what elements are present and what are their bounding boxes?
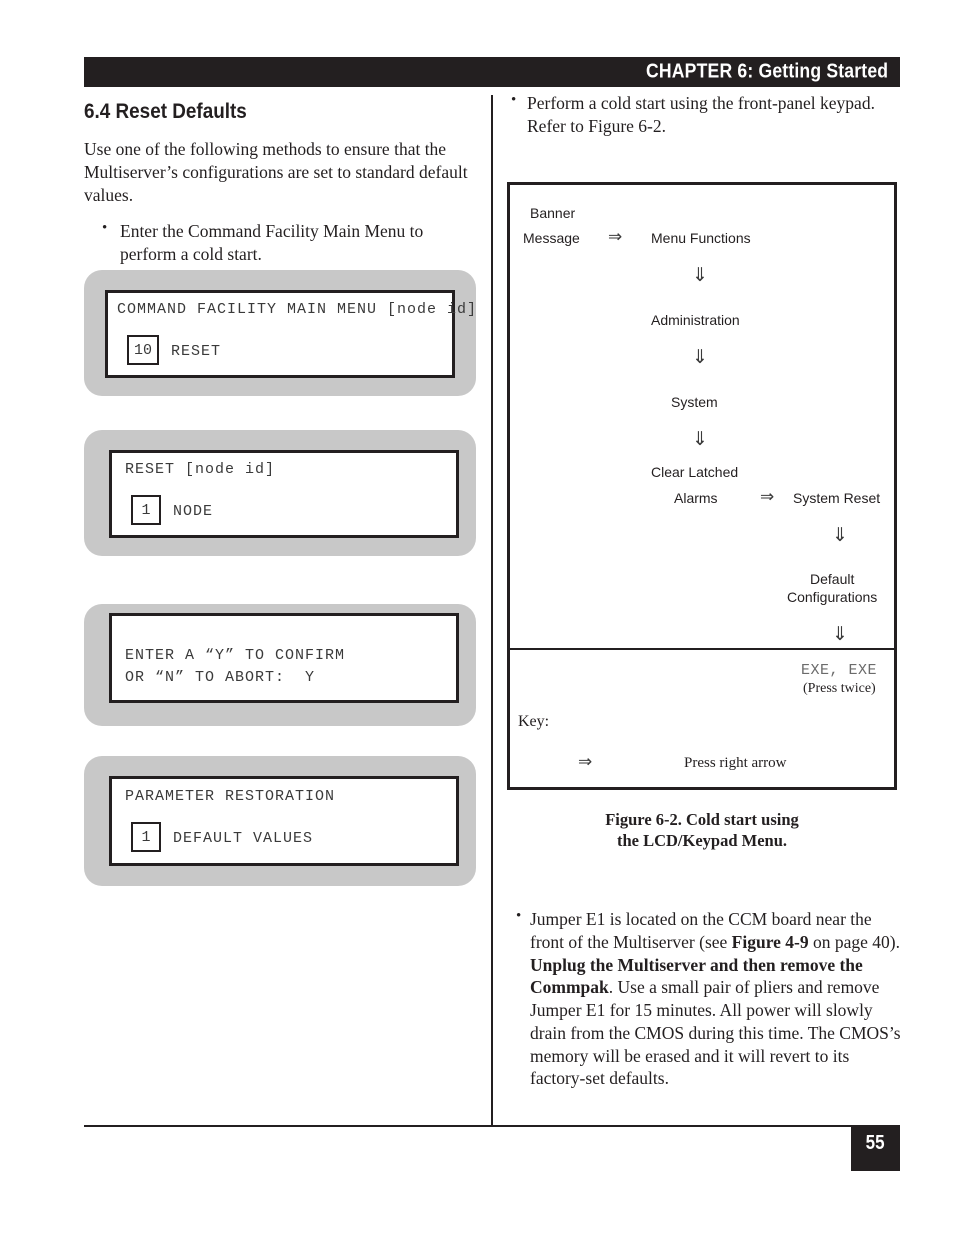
column-divider <box>491 95 493 1127</box>
key-right-arrow-icon: ⇒ <box>578 752 593 772</box>
flow-node-alarms: Alarms <box>674 490 718 506</box>
right-arrow-icon: ⇒ <box>608 227 623 247</box>
lcd-title-line: PARAMETER RESTORATION <box>125 788 336 805</box>
down-arrow-icon: ⇓ <box>832 524 848 546</box>
down-arrow-icon: ⇓ <box>692 264 708 286</box>
flow-node-banner: Banner <box>530 205 576 221</box>
jumper-instruction-paragraph: Jumper E1 is located on the CCM board ne… <box>516 907 902 1090</box>
down-arrow-icon: ⇓ <box>692 428 708 450</box>
list-item: Perform a cold start using the front-pan… <box>511 91 901 138</box>
figure-caption-line-2: the LCD/Keypad Menu. <box>616 830 788 850</box>
left-bullet-list: Enter the Command Facility Main Menu to … <box>84 219 476 266</box>
flow-node-administration: Administration <box>651 312 740 328</box>
flow-node-press-twice: (Press twice) <box>803 681 876 696</box>
figure-cold-start-flow: Banner Message ⇒ Menu Functions ⇓ Admini… <box>507 182 897 790</box>
flow-node-system: System <box>671 394 718 410</box>
jumper-text-part2: on page 40). <box>808 931 901 952</box>
lcd-panel-1: COMMAND FACILITY MAIN MENU [node id] 10 … <box>84 270 476 396</box>
lcd-panel-3: ENTER A “Y” TO CONFIRM OR “N” TO ABORT: … <box>84 604 476 726</box>
lcd-menu-number[interactable]: 1 <box>131 822 161 852</box>
lcd-screen-3: ENTER A “Y” TO CONFIRM OR “N” TO ABORT: … <box>109 613 459 703</box>
lcd-menu-label: RESET <box>171 343 222 360</box>
down-arrow-icon: ⇓ <box>692 346 708 368</box>
lcd-screen-2: RESET [node id] 1 NODE <box>109 450 459 538</box>
flow-node-default: Default <box>810 571 855 587</box>
page-number: 55 <box>866 1132 885 1154</box>
down-arrow-icon: ⇓ <box>832 623 848 645</box>
figure-caption: Figure 6-2. Cold start using the LCD/Key… <box>507 810 897 851</box>
lcd-screen-4: PARAMETER RESTORATION 1 DEFAULT VALUES <box>109 776 459 866</box>
left-column: 6.4 Reset Defaults Use one of the follow… <box>84 100 476 274</box>
chapter-title-text: CHAPTER 6: Getting Started <box>645 60 888 83</box>
list-item: Enter the Command Facility Main Menu to … <box>98 219 476 266</box>
lcd-title-line: COMMAND FACILITY MAIN MENU [node id] <box>117 301 478 318</box>
lcd-menu-label: NODE <box>173 503 214 520</box>
jumper-figure-ref: Figure 4-9 <box>731 931 809 952</box>
flow-node-clear-latched: Clear Latched <box>651 464 739 480</box>
flow-node-configurations: Configurations <box>787 589 878 605</box>
lcd-menu-label: DEFAULT VALUES <box>173 830 314 847</box>
intro-paragraph: Use one of the following methods to ensu… <box>84 139 468 205</box>
figure-key-label: Key: <box>518 713 550 730</box>
lcd-panel-4: PARAMETER RESTORATION 1 DEFAULT VALUES <box>84 756 476 886</box>
lcd-menu-number[interactable]: 1 <box>131 495 161 525</box>
section-heading-text: 6.4 Reset Defaults <box>84 100 247 123</box>
lcd-screen-1: COMMAND FACILITY MAIN MENU [node id] 10 … <box>105 290 476 378</box>
footer-rule <box>84 1125 900 1127</box>
page-title: 6.4 Reset Defaults <box>84 100 476 124</box>
chapter-title: CHAPTER 6: Getting Started <box>613 61 888 84</box>
flow-node-message: Message <box>523 230 580 246</box>
flow-node-menu-functions: Menu Functions <box>651 230 751 246</box>
right-column: Perform a cold start using the front-pan… <box>511 91 901 138</box>
figure-key-divider <box>510 648 894 650</box>
lcd-panel-2: RESET [node id] 1 NODE <box>84 430 476 556</box>
figure-key-meaning: Press right arrow <box>684 755 787 771</box>
flow-node-system-reset: System Reset <box>793 490 881 506</box>
chapter-header-bar: CHAPTER 6: Getting Started <box>84 57 900 87</box>
flow-node-exe-exe: EXE, EXE <box>801 662 878 679</box>
right-arrow-icon: ⇒ <box>760 487 775 507</box>
page-number-badge: 55 <box>851 1125 900 1171</box>
lcd-menu-number[interactable]: 10 <box>127 335 159 365</box>
figure-caption-line-1: Figure 6-2. Cold start using <box>605 810 799 829</box>
lcd-confirm-line-2: OR “N” TO ABORT: Y <box>125 669 316 686</box>
lcd-confirm-line-1: ENTER A “Y” TO CONFIRM <box>125 647 346 664</box>
lcd-title-line: RESET [node id] <box>125 461 276 478</box>
